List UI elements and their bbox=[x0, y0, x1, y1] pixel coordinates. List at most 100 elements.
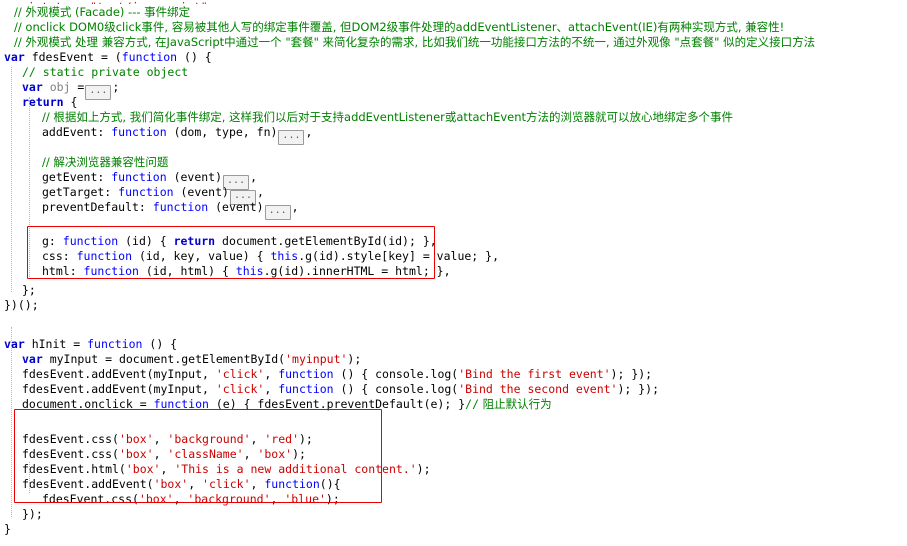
arg-separator: , bbox=[264, 367, 279, 381]
code-line: var myInput = document.getElementById('m… bbox=[0, 352, 907, 367]
code-line: }); bbox=[0, 507, 907, 522]
param-list: (event) bbox=[208, 200, 264, 214]
call-close: ); bbox=[292, 447, 306, 461]
property-addevent: addEvent: bbox=[42, 125, 112, 139]
code-line: var hInit = function () { bbox=[0, 337, 907, 352]
property-css: css: bbox=[42, 249, 77, 263]
string-box: 'box' bbox=[138, 492, 174, 506]
keyword-function: function bbox=[152, 200, 209, 214]
code-text-area[interactable]: // 外观模式 (Facade) --- 事件绑定 // onclick DOM… bbox=[0, 0, 907, 546]
string-box-value: 'box' bbox=[257, 447, 293, 461]
indent-guide bbox=[29, 462, 30, 493]
property-getevent: getEvent: bbox=[42, 170, 112, 184]
keyword-var: var bbox=[4, 50, 25, 64]
iife-close: })(); bbox=[4, 298, 39, 312]
line-comment: // onclick DOM0级click事件, 容易被其他人写的绑定事件覆盖,… bbox=[14, 20, 785, 34]
code-line: fdesEvent.addEvent(myInput, 'click', fun… bbox=[0, 382, 907, 397]
param-list: (dom, type, fn) bbox=[166, 125, 278, 139]
keyword-var: var bbox=[22, 80, 43, 94]
call-addevent: fdesEvent.addEvent(myInput, bbox=[22, 367, 216, 381]
code-line: fdesEvent.addEvent('box', 'click', funct… bbox=[0, 477, 907, 492]
string-bind-first-event: 'Bind the first event' bbox=[458, 367, 611, 381]
open-brace: () { bbox=[142, 337, 178, 351]
line-comment: // 外观模式 处理 兼容方式, 在JavaScript中通过一个 "套餐" 来… bbox=[14, 35, 816, 49]
code-line: var fdesEvent = (function () { bbox=[0, 50, 907, 65]
keyword-function: function bbox=[111, 125, 167, 139]
code-line: // 解决浏览器兼容性问题 bbox=[0, 155, 907, 170]
keyword-function: function bbox=[153, 397, 209, 411]
code-line: fdesEvent.css('box', 'background', 'red'… bbox=[0, 432, 907, 447]
string-background: 'background' bbox=[187, 492, 271, 506]
assign-operator: = bbox=[77, 80, 85, 94]
param-list: (event) bbox=[173, 185, 229, 199]
arg-separator: , bbox=[243, 447, 258, 461]
call-addevent: fdesEvent.addEvent(myInput, bbox=[22, 382, 216, 396]
keyword-function: function bbox=[87, 337, 143, 351]
call-close: ); bbox=[325, 492, 340, 506]
string-bind-second-event: 'Bind the second event' bbox=[458, 382, 618, 396]
keyword-function: function bbox=[83, 264, 139, 278]
code-line: // static private object bbox=[0, 65, 907, 80]
code-line: // onclick DOM0级click事件, 容易被其他人写的绑定事件覆盖,… bbox=[0, 20, 907, 35]
string-click: 'click' bbox=[215, 367, 265, 381]
function-close-brace: } bbox=[4, 522, 11, 536]
code-line: }; bbox=[0, 283, 907, 298]
string-click: 'click' bbox=[202, 477, 251, 491]
identifier-myinput: myInput = document.getElementById( bbox=[42, 352, 286, 366]
property-g: g: bbox=[42, 234, 63, 248]
code-line: fdesEvent.addEvent(myInput, 'click', fun… bbox=[0, 367, 907, 382]
keyword-var: var bbox=[22, 352, 43, 366]
param-list: (id, key, value) { bbox=[132, 249, 271, 263]
identifier-obj: obj bbox=[42, 80, 78, 94]
open-brace: (){ bbox=[319, 477, 341, 491]
callback-close: }); bbox=[22, 507, 43, 521]
arg-separator: , bbox=[153, 432, 168, 446]
string-click: 'click' bbox=[215, 382, 265, 396]
keyword-function: function bbox=[121, 50, 178, 64]
call-close: ); bbox=[299, 432, 313, 446]
string-red: 'red' bbox=[264, 432, 299, 446]
comma: , bbox=[257, 185, 264, 199]
arg-separator: , bbox=[264, 382, 279, 396]
identifier-hinit: hInit = bbox=[24, 337, 88, 351]
property-preventdefault: preventDefault: bbox=[42, 200, 153, 214]
trailing-comment-slashes: // bbox=[465, 397, 479, 411]
code-line: // 外观模式 处理 兼容方式, 在JavaScript中通过一个 "套餐" 来… bbox=[0, 35, 907, 50]
string-background: 'background' bbox=[167, 432, 251, 446]
param-list: (event) bbox=[166, 170, 223, 184]
call-css: fdesEvent.css( bbox=[22, 432, 119, 446]
comma: , bbox=[305, 125, 313, 139]
indent-guide bbox=[11, 67, 12, 292]
code-line: css: function (id, key, value) { this.g(… bbox=[0, 249, 907, 264]
string-new-content: 'This is a new additional content.' bbox=[174, 462, 417, 476]
code-line: addEvent: function (dom, type, fn)..., bbox=[0, 125, 907, 145]
trailing-comment-text: 阻止默认行为 bbox=[479, 397, 552, 411]
assign-document-onclick: document.onclick = bbox=[22, 397, 154, 411]
call-close: ); }); bbox=[617, 382, 660, 396]
comma: , bbox=[291, 200, 299, 214]
keyword-this: this bbox=[270, 249, 299, 263]
arg-separator: , bbox=[173, 492, 188, 506]
code-line: // 根据如上方式, 我们简化事件绑定, 这样我们以后对于支持addEventL… bbox=[0, 110, 907, 125]
line-comment: // 根据如上方式, 我们简化事件绑定, 这样我们以后对于支持addEventL… bbox=[42, 110, 734, 124]
code-line: var obj =...; bbox=[0, 80, 907, 100]
code-line: fdesEvent.html('box', 'This is a new add… bbox=[0, 462, 907, 477]
semicolon: ; bbox=[112, 80, 120, 94]
code-editor-viewport[interactable]: <script type="text/javascript"> // 外观模式 … bbox=[0, 0, 907, 546]
console-log: () { console.log( bbox=[333, 382, 459, 396]
